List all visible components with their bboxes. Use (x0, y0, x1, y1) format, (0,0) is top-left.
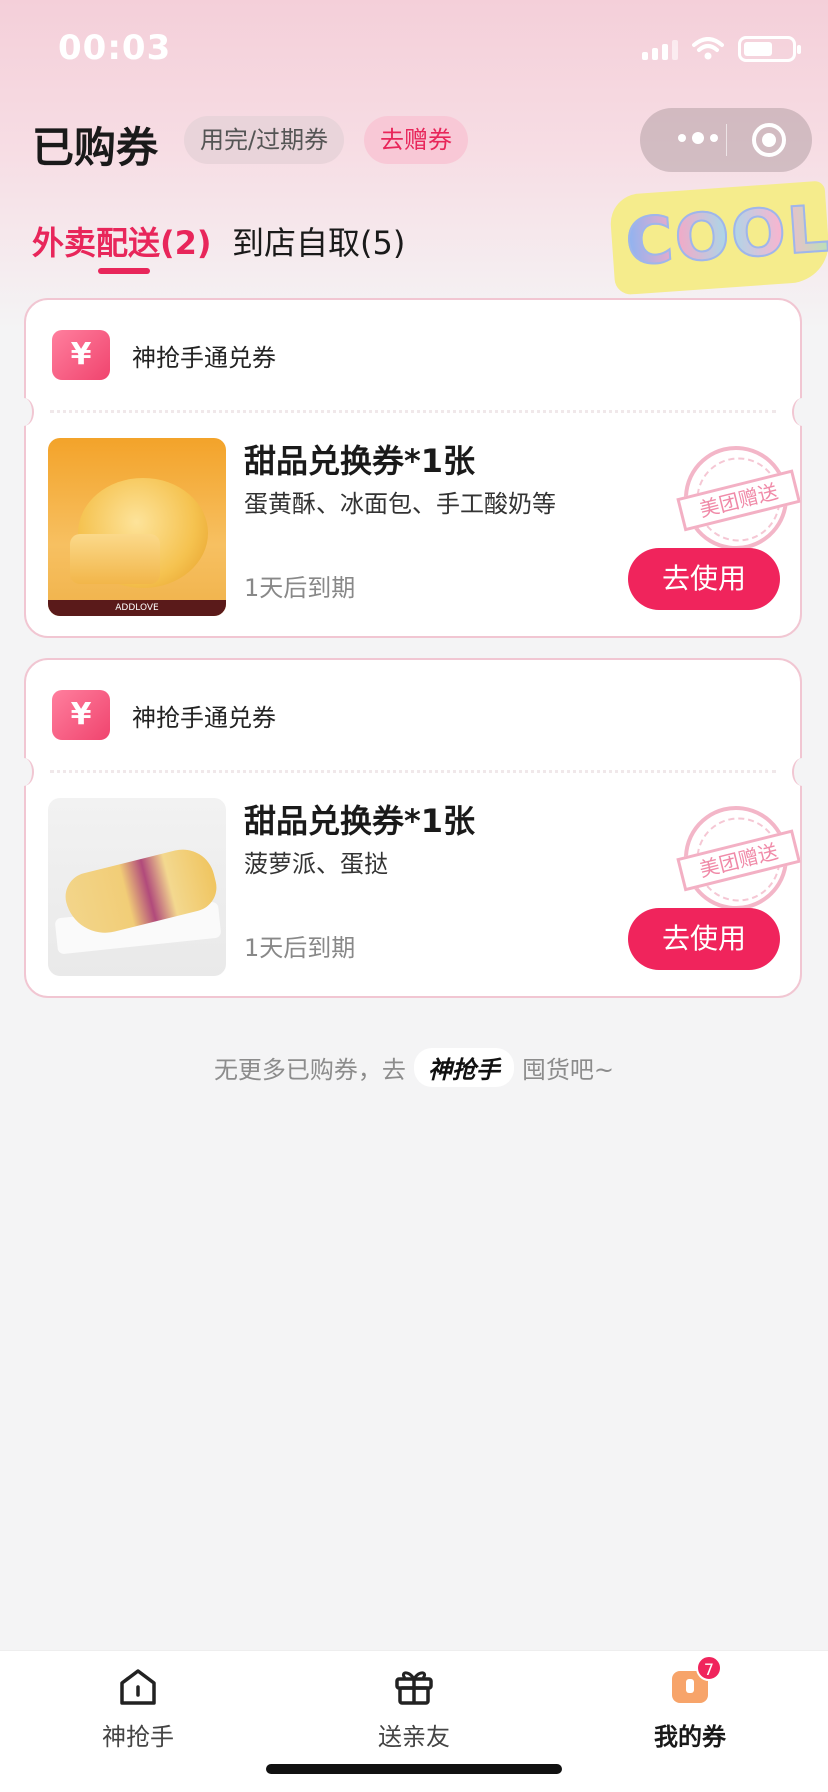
card-notch (792, 398, 812, 426)
nav-label-home: 神抢手 (102, 1723, 174, 1751)
coupon-description: 蛋黄酥、冰面包、手工酸奶等 (244, 490, 556, 518)
tab-active-indicator (98, 268, 150, 274)
use-coupon-button[interactable]: 去使用 (628, 908, 780, 970)
no-more-coupons-note: 无更多已购券，去 神抢手 囤货吧~ (0, 1048, 828, 1087)
nav-label-my-coupons: 我的券 (654, 1723, 726, 1751)
expired-coupons-button[interactable]: 用完/过期券 (184, 116, 345, 164)
page-header: 已购券 用完/过期券 去赠券 (0, 104, 828, 176)
card-divider (50, 410, 776, 413)
coupon-title: 甜品兑换券*1张 (244, 802, 476, 840)
shenqiangshou-logo-link[interactable]: 神抢手 (413, 1048, 514, 1087)
coupon-description: 菠萝派、蛋挞 (244, 850, 388, 878)
pastry-slice-shape (70, 534, 160, 584)
page-title: 已购券 (32, 123, 159, 172)
status-icons (642, 36, 801, 62)
close-miniprogram-icon[interactable] (752, 123, 786, 157)
footer-note-suffix: 囤货吧~ (521, 1056, 615, 1084)
gift-coupons-button[interactable]: 去赠券 (364, 116, 468, 164)
wifi-icon (692, 37, 724, 60)
tab-pickup[interactable]: 到店自取(5) (232, 218, 405, 264)
nav-item-home[interactable]: 神抢手 (58, 1665, 218, 1752)
battery-icon (738, 36, 801, 62)
cool-sticker-text: COOL (623, 191, 828, 281)
tab-delivery[interactable]: 外卖配送(2) (32, 218, 212, 264)
gift-stamp-text: 美团赠送 (676, 469, 801, 532)
coupon-card[interactable]: ¥ 神抢手通兑券 ADDLOVE 甜品兑换券*1张 蛋黄酥、冰面包、手工酸奶等 … (14, 298, 812, 638)
coupon-source: 神抢手通兑券 (132, 704, 276, 732)
more-icon[interactable] (678, 132, 718, 144)
egg-yolk-pastry-image: ADDLOVE (48, 438, 226, 616)
card-notch (792, 758, 812, 786)
nav-label-gift: 送亲友 (378, 1723, 450, 1751)
card-divider (50, 770, 776, 773)
coupon-expiry: 1天后到期 (244, 574, 356, 602)
cool-sticker: COOL (608, 180, 828, 296)
status-bar: 00:03 (0, 0, 828, 96)
yen-icon: ¥ (52, 690, 110, 740)
footer-note-prefix: 无更多已购券，去 (213, 1056, 406, 1084)
card-notch (14, 398, 34, 426)
coupon-source: 神抢手通兑券 (132, 344, 276, 372)
use-coupon-button[interactable]: 去使用 (628, 548, 780, 610)
gift-icon (395, 1671, 433, 1705)
coupon-title: 甜品兑换券*1张 (244, 442, 476, 480)
yen-icon: ¥ (52, 330, 110, 380)
nav-item-my-coupons[interactable]: 7 我的券 (610, 1655, 770, 1752)
signal-icon (642, 38, 678, 60)
status-time: 00:03 (58, 28, 172, 68)
gift-stamp: 美团赠送 (672, 434, 801, 562)
home-icon (120, 1669, 156, 1705)
nav-item-gift[interactable]: 送亲友 (334, 1665, 494, 1752)
ticket-icon: 7 (668, 1655, 722, 1709)
home-indicator (266, 1764, 562, 1774)
card-notch (14, 758, 34, 786)
gift-stamp-text: 美团赠送 (676, 829, 801, 892)
image-brand-strip: ADDLOVE (48, 600, 226, 616)
coupon-card[interactable]: ¥ 神抢手通兑券 甜品兑换券*1张 菠萝派、蛋挞 1天后到期 美团赠送 去使用 (14, 658, 812, 998)
gift-stamp: 美团赠送 (672, 794, 801, 922)
coupon-count-badge: 7 (696, 1655, 722, 1681)
coupon-expiry: 1天后到期 (244, 934, 356, 962)
capsule-divider (726, 124, 727, 156)
coupon-tabs: 外卖配送(2) 到店自取(5) (0, 210, 600, 280)
miniprogram-capsule (640, 108, 812, 172)
pineapple-pie-image (48, 798, 226, 976)
